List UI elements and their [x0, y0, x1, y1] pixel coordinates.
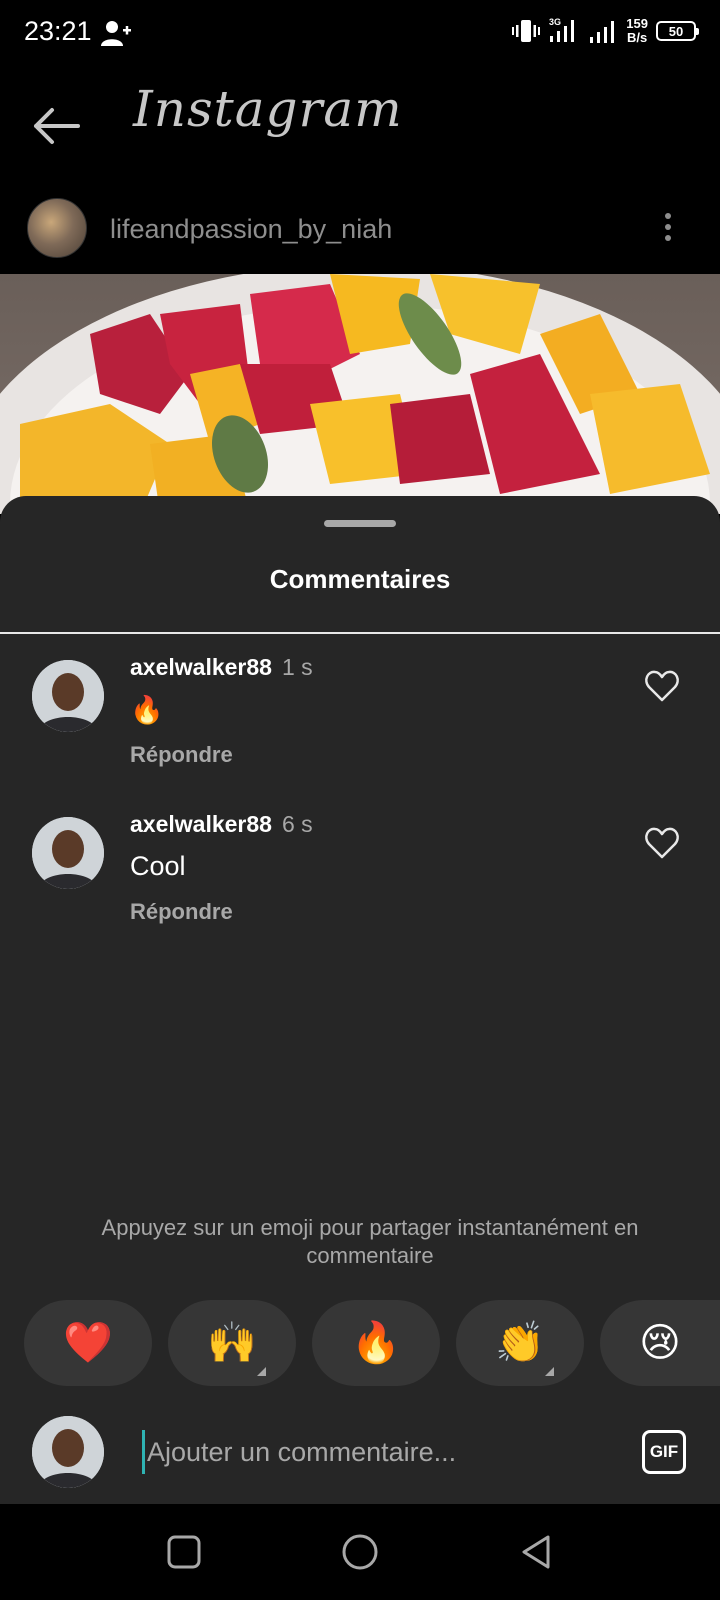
- comment-input[interactable]: [142, 1430, 602, 1474]
- emoji-glyph: 🔥: [351, 1321, 401, 1365]
- emoji-fire-button[interactable]: 🔥: [312, 1300, 440, 1386]
- post-header: lifeandpassion_by_niah: [0, 184, 720, 274]
- comment-item: axelwalker88 1 s 🔥 Répondre: [0, 646, 720, 786]
- comment-text: Cool: [130, 851, 186, 881]
- comment-time: 1 s: [281, 654, 313, 680]
- comment-text: 🔥: [130, 695, 164, 725]
- avatar: [32, 1416, 104, 1488]
- emoji-quick-reactions: ❤️ 🙌 🔥 👏 😢: [24, 1300, 720, 1386]
- comment-header: axelwalker88 6 s: [130, 811, 313, 838]
- user-photo-icon: [32, 1416, 104, 1488]
- user-photo-icon: [32, 817, 104, 889]
- skin-tone-indicator-icon: [545, 1367, 554, 1376]
- app-title: Instagram: [133, 80, 403, 138]
- person-add-icon: [101, 21, 131, 46]
- net-speed-value: 159: [626, 16, 648, 31]
- comment-composer: GIF: [0, 1402, 720, 1504]
- battery-level: 50: [668, 23, 684, 39]
- signal-3g-icon: 3G: [549, 17, 575, 42]
- comment-username[interactable]: axelwalker88: [130, 654, 272, 680]
- app-header: Instagram: [0, 64, 720, 184]
- status-time: 23:21: [24, 16, 92, 46]
- skin-tone-indicator-icon: [257, 1367, 266, 1376]
- more-vertical-icon[interactable]: [656, 208, 680, 248]
- emoji-crying-button[interactable]: 😢: [600, 1300, 720, 1386]
- vibrate-icon: [512, 20, 541, 42]
- status-icons: 3G 159 B/s 50: [512, 14, 699, 48]
- comment-username[interactable]: axelwalker88: [130, 811, 272, 837]
- arrow-left-icon[interactable]: [28, 98, 84, 154]
- sheet-drag-handle[interactable]: [324, 520, 396, 527]
- divider: [0, 632, 720, 634]
- emoji-glyph: 😢: [639, 1321, 681, 1365]
- heart-icon[interactable]: [644, 825, 680, 861]
- reply-button[interactable]: Répondre: [130, 742, 233, 768]
- reply-button[interactable]: Répondre: [130, 899, 233, 925]
- triangle-back-icon[interactable]: [516, 1532, 556, 1572]
- comment-header: axelwalker88 1 s: [130, 654, 313, 681]
- fruit-bowl-image: [0, 274, 720, 514]
- battery-icon: 50: [656, 21, 699, 41]
- emoji-glyph: ❤️: [63, 1321, 113, 1365]
- emoji-raised-hands-button[interactable]: 🙌: [168, 1300, 296, 1386]
- emoji-heart-button[interactable]: ❤️: [24, 1300, 152, 1386]
- comment-item: axelwalker88 6 s Cool Répondre: [0, 803, 720, 943]
- comment-time: 6 s: [281, 811, 313, 837]
- avatar[interactable]: [32, 817, 104, 889]
- system-nav-bar: [0, 1504, 720, 1600]
- post-image: [0, 274, 720, 514]
- emoji-glyph: 🙌: [207, 1321, 257, 1365]
- emoji-hint: Appuyez sur un emoji pour partager insta…: [101, 1215, 639, 1268]
- status-bar: 23:21 3G 159 B/s 50: [0, 0, 720, 64]
- signal-icon: [590, 21, 615, 43]
- gif-button[interactable]: GIF: [642, 1430, 686, 1474]
- net-speed-unit: B/s: [627, 30, 648, 45]
- post-author-avatar[interactable]: [27, 198, 87, 258]
- user-photo-icon: [32, 660, 104, 732]
- comments-sheet: Commentaires axelwalker88 1 s 🔥 Répondre: [0, 496, 720, 1504]
- sheet-title: Commentaires: [269, 564, 451, 594]
- signal-label: 3G: [549, 17, 561, 27]
- heart-icon[interactable]: [644, 668, 680, 704]
- emoji-glyph: 👏: [495, 1321, 545, 1365]
- emoji-clap-button[interactable]: 👏: [456, 1300, 584, 1386]
- net-speed: 159 B/s: [626, 17, 648, 45]
- avatar[interactable]: [32, 660, 104, 732]
- post-username[interactable]: lifeandpassion_by_niah: [110, 214, 392, 245]
- square-icon[interactable]: [164, 1532, 204, 1572]
- circle-icon[interactable]: [340, 1532, 380, 1572]
